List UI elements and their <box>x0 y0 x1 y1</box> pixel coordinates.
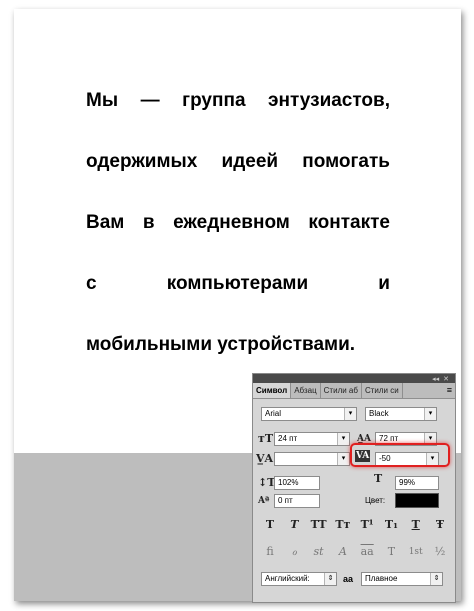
vertical-scale-icon: ↕T <box>258 476 276 489</box>
chevron-down-icon: ▾ <box>337 453 349 465</box>
faux-bold-button[interactable]: T <box>261 517 279 533</box>
panel-tabs: Символ Абзац Стили аб Стили си ≡ <box>253 383 455 399</box>
chevron-down-icon: ▾ <box>344 408 356 420</box>
swash-button[interactable]: A <box>334 544 352 560</box>
language-value: Английский: <box>265 574 310 583</box>
subscript-button[interactable]: T₁ <box>382 517 400 533</box>
strikethrough-button[interactable]: Ŧ <box>431 517 449 533</box>
chevron-updown-icon: ⇕ <box>324 573 336 585</box>
chevron-down-icon: ▾ <box>337 433 349 445</box>
underline-button[interactable]: T <box>407 517 425 533</box>
ordinals-button[interactable]: 1st <box>407 544 425 560</box>
stylistic-alternates-button[interactable]: aa <box>358 544 376 560</box>
opentype-buttons-row: fi ℴ st A aa T 1st ½ <box>261 544 449 560</box>
superscript-button[interactable]: T¹ <box>358 517 376 533</box>
ligatures-button[interactable]: fi <box>261 544 279 560</box>
all-caps-button[interactable]: TT <box>310 517 328 533</box>
language-select[interactable]: Английский: ⇕ <box>261 572 337 586</box>
font-family-select[interactable]: Arial ▾ <box>261 407 357 421</box>
tab-paragraph[interactable]: Абзац <box>291 383 321 398</box>
antialias-select[interactable]: Плавное ⇕ <box>361 572 443 586</box>
font-style-value: Black <box>369 409 389 418</box>
font-style-select[interactable]: Black ▾ <box>365 407 437 421</box>
alternates-button[interactable]: ℴ <box>285 544 303 560</box>
vertical-scale-field[interactable]: 102% <box>274 476 320 490</box>
kerning-field[interactable]: ▾ <box>274 452 350 466</box>
collapse-icon[interactable]: ◂◂ <box>432 375 439 383</box>
tracking-highlight <box>350 443 450 467</box>
baseline-shift-value: 0 пт <box>278 496 293 505</box>
baseline-shift-field[interactable]: 0 пт <box>274 494 320 508</box>
horizontal-scale-icon: T <box>374 472 383 485</box>
font-family-value: Arial <box>265 409 282 418</box>
fractions-button[interactable]: ½ <box>431 544 449 560</box>
text-line-2: одержимых идеей помогать <box>86 151 390 172</box>
antialias-icon: aa <box>343 574 354 584</box>
horizontal-scale-value: 99% <box>399 478 416 487</box>
horizontal-scale-field[interactable]: 99% <box>395 476 439 490</box>
character-panel: ◂◂ ✕ Символ Абзац Стили аб Стили си ≡ Ar… <box>252 373 456 603</box>
leading-value: 72 пт <box>379 434 399 443</box>
style-buttons-row: T T TT Tт T¹ T₁ T Ŧ <box>261 517 449 533</box>
font-size-field[interactable]: 24 пт ▾ <box>274 432 350 446</box>
panel-menu-icon[interactable]: ≡ <box>444 383 455 398</box>
font-size-icon: тT <box>258 432 274 445</box>
baseline-shift-icon: Aª <box>258 496 270 506</box>
chevron-updown-icon: ⇕ <box>430 573 442 585</box>
tab-character[interactable]: Символ <box>253 383 292 398</box>
color-swatch[interactable] <box>395 493 439 508</box>
text-line-3: Вам в ежедневном контакте <box>86 212 390 233</box>
text-line-4: с компьютерами и <box>86 273 390 294</box>
color-label: Цвет: <box>365 496 386 505</box>
text-line-1: Мы — группа энтузиастов, <box>86 90 390 111</box>
tab-character-styles[interactable]: Стили си <box>362 383 403 398</box>
discretionary-ligatures-button[interactable]: st <box>310 544 328 560</box>
kerning-icon: V̲A <box>256 452 274 465</box>
font-size-value: 24 пт <box>278 434 298 443</box>
titling-alternates-button[interactable]: T <box>382 544 400 560</box>
small-caps-button[interactable]: Tт <box>334 517 352 533</box>
antialias-value: Плавное <box>365 574 398 583</box>
close-icon[interactable]: ✕ <box>443 375 449 383</box>
vertical-scale-value: 102% <box>278 478 299 487</box>
faux-italic-button[interactable]: T <box>285 517 303 533</box>
text-line-5: мобильными устройствами. <box>86 334 356 355</box>
panel-titlebar: ◂◂ ✕ <box>253 374 455 383</box>
chevron-down-icon: ▾ <box>424 408 436 420</box>
tab-paragraph-styles[interactable]: Стили аб <box>321 383 362 398</box>
